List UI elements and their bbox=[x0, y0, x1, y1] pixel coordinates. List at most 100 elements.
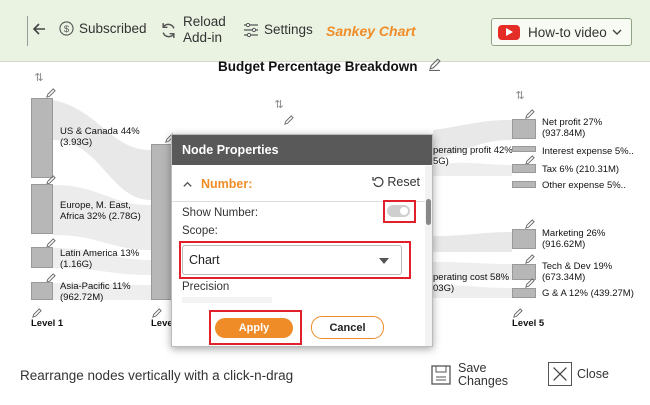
subscribed-label: Subscribed bbox=[79, 21, 147, 36]
close-button[interactable]: Close bbox=[548, 362, 609, 386]
app-title: Sankey Chart bbox=[326, 23, 416, 39]
node-label-emea: Europe, M. East, Africa 32% (2.78G) bbox=[60, 200, 141, 222]
node-label-g-and-a: G & A 12% (439.27M) bbox=[542, 288, 634, 299]
node-label-net-profit: Net profit 27% (937.84M) bbox=[542, 117, 602, 139]
subscribed-button[interactable]: $ Subscribed bbox=[59, 21, 147, 36]
edit-level-pencil-icon[interactable] bbox=[151, 306, 162, 318]
reset-icon bbox=[372, 176, 384, 188]
node-label-marketing: Marketing 26% (916.62M) bbox=[542, 228, 605, 250]
edit-node-pencil-icon[interactable] bbox=[524, 276, 535, 288]
cancel-button[interactable]: Cancel bbox=[311, 316, 384, 339]
dialog-title[interactable]: Node Properties bbox=[172, 135, 432, 165]
chart-title[interactable]: Budget Percentage Breakdown bbox=[218, 59, 418, 74]
sankey-node-emea[interactable] bbox=[31, 184, 53, 234]
node-label-line1: Asia-Pacific 11% bbox=[60, 281, 131, 292]
sankey-node-asia-pacific[interactable] bbox=[31, 282, 53, 300]
toggle-highlight-box bbox=[383, 200, 416, 223]
node-label-line2: (3.93G) bbox=[60, 137, 93, 148]
reorder-arrows-icon[interactable]: ⇅ bbox=[273, 99, 285, 111]
reset-button[interactable]: Reset bbox=[372, 175, 420, 189]
reload-addin-button[interactable]: Reload Add-in bbox=[160, 14, 226, 46]
sankey-node-latin-america[interactable] bbox=[31, 247, 53, 268]
settings-label: Settings bbox=[264, 22, 313, 37]
node-label-line1: Marketing 26% bbox=[542, 228, 606, 239]
save-changes-button[interactable]: Save Changes bbox=[430, 362, 508, 388]
chevron-up-icon[interactable] bbox=[182, 179, 193, 190]
edit-title-pencil-icon[interactable] bbox=[428, 58, 441, 71]
sankey-node-interest-expense[interactable] bbox=[512, 146, 536, 152]
node-label-line1: Latin America 13% bbox=[60, 248, 140, 259]
edit-node-pencil-icon[interactable] bbox=[283, 113, 294, 125]
sankey-node-g-and-a[interactable] bbox=[512, 288, 536, 298]
node-label-asia-pacific: Asia-Pacific 11% (962.72M) bbox=[60, 281, 131, 303]
node-label-line2: (1.16G) bbox=[60, 259, 93, 270]
toolbar: $ Subscribed Reload Add-in Settings Sank… bbox=[0, 0, 650, 62]
sankey-node-tax[interactable] bbox=[512, 164, 536, 173]
reset-label: Reset bbox=[387, 175, 420, 189]
sankey-node-net-profit[interactable] bbox=[512, 119, 536, 139]
reorder-arrows-icon[interactable]: ⇅ bbox=[33, 72, 45, 84]
node-label-us-canada: US & Canada 44% (3.93G) bbox=[60, 126, 140, 148]
edit-node-pencil-icon[interactable] bbox=[45, 173, 56, 185]
hamburger-menu-icon[interactable] bbox=[5, 22, 21, 36]
node-label-line2: Africa 32% (2.78G) bbox=[60, 211, 141, 222]
section-title: Number: bbox=[201, 177, 253, 191]
reorder-arrows-icon[interactable]: ⇅ bbox=[514, 90, 526, 102]
sankey-node-us-canada[interactable] bbox=[31, 98, 53, 178]
edit-node-pencil-icon[interactable] bbox=[524, 107, 535, 119]
save-label-line2: Changes bbox=[458, 374, 509, 388]
reload-label-line2: Add-in bbox=[183, 30, 223, 45]
edit-node-pencil-icon[interactable] bbox=[45, 86, 56, 98]
edit-node-pencil-icon[interactable] bbox=[45, 271, 56, 283]
edit-level-pencil-icon[interactable] bbox=[31, 306, 42, 318]
node-label-other-expense: Other expense 5%.. bbox=[542, 180, 626, 191]
node-label-line1: perating profit 42% bbox=[433, 145, 513, 156]
node-label-line1: Europe, M. East, bbox=[60, 200, 131, 211]
precision-input[interactable] bbox=[182, 297, 272, 303]
edit-level-pencil-icon[interactable] bbox=[512, 306, 523, 318]
sankey-node-total[interactable] bbox=[151, 144, 173, 300]
settings-sliders-icon bbox=[244, 22, 258, 37]
node-label-interest-expense: Interest expense 5%.. bbox=[542, 146, 634, 157]
scope-highlight-box bbox=[179, 241, 411, 279]
edit-node-pencil-icon[interactable] bbox=[524, 153, 535, 165]
save-icon bbox=[431, 365, 451, 385]
node-label-operating-cost: perating cost 58% 03G) bbox=[433, 272, 509, 294]
dialog-scrollbar[interactable] bbox=[425, 166, 432, 346]
show-number-label: Show Number: bbox=[182, 207, 259, 219]
edit-node-pencil-icon[interactable] bbox=[524, 252, 535, 264]
node-label-line2: 5G) bbox=[433, 156, 449, 167]
dialog-scrollbar-thumb[interactable] bbox=[426, 199, 431, 225]
level-label-2[interactable]: Leve bbox=[151, 318, 173, 329]
reload-icon bbox=[162, 22, 175, 38]
node-label-line2: (916.62M) bbox=[542, 239, 586, 250]
howto-label: How-to video bbox=[528, 24, 607, 40]
edit-node-pencil-icon[interactable] bbox=[524, 217, 535, 229]
node-label-line1: Net profit 27% bbox=[542, 117, 603, 128]
node-label-line2: 03G) bbox=[433, 283, 455, 294]
node-label-operating-profit: perating profit 42% 5G) bbox=[433, 145, 513, 167]
node-label-line1: Tech & Dev 19% bbox=[542, 261, 613, 272]
edit-node-pencil-icon[interactable] bbox=[45, 236, 56, 248]
close-icon bbox=[548, 362, 572, 386]
hint-message: Rearrange nodes vertically with a click-… bbox=[20, 368, 294, 383]
number-section-header[interactable]: Number: Reset bbox=[182, 175, 420, 193]
back-arrow-icon[interactable] bbox=[31, 21, 47, 37]
howto-video-dropdown[interactable]: How-to video bbox=[491, 18, 632, 46]
level-label-1[interactable]: Level 1 bbox=[31, 318, 63, 329]
precision-label: Precision bbox=[182, 281, 230, 293]
reload-label-line1: Reload bbox=[183, 14, 226, 29]
dollar-circle-icon: $ bbox=[59, 21, 74, 36]
node-label-line2: (962.72M) bbox=[60, 292, 104, 303]
sankey-node-other-expense[interactable] bbox=[512, 181, 536, 188]
node-label-tax: Tax 6% (210.31M) bbox=[542, 164, 620, 175]
toolbar-divider bbox=[27, 16, 28, 46]
scope-label: Scope: bbox=[182, 225, 218, 237]
node-label-line2: (673.34M) bbox=[542, 272, 586, 283]
settings-button[interactable]: Settings bbox=[243, 22, 313, 37]
sankey-node-marketing[interactable] bbox=[512, 229, 536, 249]
level-label-5[interactable]: Level 5 bbox=[512, 318, 544, 329]
node-label-line1: perating cost 58% bbox=[433, 272, 510, 283]
svg-text:$: $ bbox=[64, 24, 70, 34]
node-properties-dialog: Node Properties Number: Reset Show Numbe… bbox=[171, 134, 433, 347]
